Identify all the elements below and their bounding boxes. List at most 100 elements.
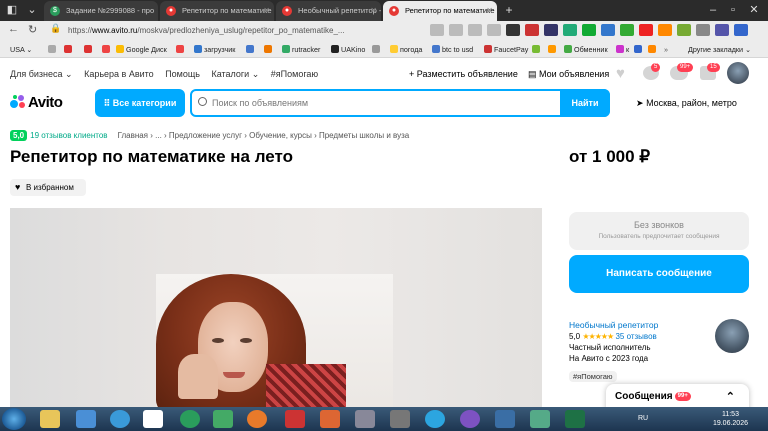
explorer-icon[interactable]	[40, 410, 60, 428]
extension-icon[interactable]	[658, 24, 672, 36]
taskbar-app-icon[interactable]	[355, 410, 375, 428]
extension-icon[interactable]	[544, 24, 558, 36]
favorite-button[interactable]: ♥ В избранном	[10, 179, 86, 196]
seller-name[interactable]: Необычный репетитор	[569, 320, 658, 331]
seller-avatar[interactable]	[715, 319, 749, 353]
taskbar-app-icon[interactable]	[213, 410, 233, 428]
bookmark-google-drive[interactable]: Google Диск	[116, 44, 167, 55]
ie-icon[interactable]	[110, 410, 130, 428]
nav-help[interactable]: Помощь	[165, 69, 200, 79]
tab-task[interactable]: $ Задание №2999088 - про	[44, 1, 158, 21]
extension-icon[interactable]	[639, 24, 653, 36]
viber-icon[interactable]	[460, 410, 480, 428]
seller-reviews-link[interactable]: 35 отзывов	[615, 332, 656, 341]
bookmark-icon-item[interactable]	[372, 44, 382, 55]
close-tab-icon[interactable]: ✕	[263, 1, 270, 21]
bookmark-icon-item[interactable]	[634, 44, 644, 55]
extension-icon[interactable]	[715, 24, 729, 36]
tab-avito-active[interactable]: ● Репетитор по математике ✕	[383, 1, 497, 21]
close-window-icon[interactable]: ✕	[745, 2, 763, 19]
minimize-icon[interactable]: –	[704, 2, 722, 19]
search-input[interactable]: Поиск по объявлениям	[212, 91, 308, 115]
extension-icon[interactable]	[525, 24, 539, 36]
bookmark-other[interactable]: Другие закладки ⌄	[688, 44, 751, 55]
extension-icon[interactable]	[677, 24, 691, 36]
user-avatar[interactable]	[727, 62, 749, 84]
bookmark-loader[interactable]: загрузчик	[194, 44, 235, 55]
chevron-up-icon[interactable]: ⌃	[726, 384, 735, 407]
bookmark-icon-item[interactable]	[648, 44, 658, 55]
extension-icon[interactable]	[582, 24, 596, 36]
my-ads-link[interactable]: ▤ Мои объявления	[528, 69, 609, 80]
close-tab-icon[interactable]: ✕	[486, 1, 493, 21]
favorites-heart-icon[interactable]: ♥	[616, 65, 625, 82]
tab-avito-2[interactable]: ● Необычный репетитор - Е ✕	[276, 1, 381, 21]
all-categories-button[interactable]: ⠿ Все категории	[95, 89, 185, 117]
bookmark-icon-item[interactable]	[246, 44, 256, 55]
avito-logo[interactable]: Avito	[10, 94, 63, 111]
telegram-icon[interactable]	[425, 410, 445, 428]
taskbar-app-icon[interactable]	[495, 410, 515, 428]
bookmark-icon-item[interactable]	[264, 44, 274, 55]
bookmark-icon-item[interactable]	[64, 44, 74, 55]
i-help-tag[interactable]: #яПомогаю	[569, 371, 617, 382]
extension-icon[interactable]	[449, 24, 463, 36]
reviews-link[interactable]: 19 отзывов клиентов	[30, 131, 107, 140]
taskbar-app-icon[interactable]	[530, 410, 550, 428]
extension-icon[interactable]	[696, 24, 710, 36]
browser-menu-icon[interactable]: ◧	[3, 2, 21, 19]
listing-photo[interactable]	[10, 208, 542, 407]
write-message-button[interactable]: Написать сообщение	[569, 255, 749, 293]
extension-icon[interactable]	[601, 24, 615, 36]
tab-avito-1[interactable]: ● Репетитор по математике ✕	[160, 1, 274, 21]
extension-icon[interactable]	[620, 24, 634, 36]
bookmark-faucetpay[interactable]: FaucetPay	[484, 44, 528, 55]
bookmark-icon-item[interactable]	[102, 44, 112, 55]
bookmark-usa[interactable]: USA ⌄	[10, 44, 32, 55]
start-button[interactable]	[2, 408, 26, 430]
extension-icon[interactable]	[487, 24, 501, 36]
back-icon[interactable]: ←	[8, 23, 19, 35]
taskbar-app-icon[interactable]	[76, 410, 96, 428]
bookmark-btc[interactable]: btc to usd	[432, 44, 473, 55]
breadcrumb[interactable]: Главная › ... › Предложение услуг › Обуч…	[118, 131, 410, 140]
bookmark-weather[interactable]: погода	[390, 44, 422, 55]
bookmark-k[interactable]: к	[616, 44, 629, 55]
nav-for-business[interactable]: Для бизнеса ⌄	[10, 69, 73, 79]
extension-icon[interactable]	[430, 24, 444, 36]
nav-i-help[interactable]: #яПомогаю	[271, 69, 318, 79]
tab-list-icon[interactable]: ⌄	[23, 2, 41, 19]
language-indicator[interactable]: RU	[638, 415, 648, 422]
clock[interactable]: 11:53 19.06.2026	[713, 410, 748, 428]
excel-icon[interactable]	[565, 410, 585, 428]
new-tab-button[interactable]: +	[500, 2, 518, 19]
taskbar-app-icon[interactable]	[285, 410, 305, 428]
taskbar-app-icon[interactable]	[180, 410, 200, 428]
taskbar-app-icon[interactable]	[390, 410, 410, 428]
reload-icon[interactable]: ↻	[28, 23, 37, 36]
location-selector[interactable]: ➤ Москва, район, метро	[636, 98, 737, 109]
bookmark-icon-item[interactable]	[84, 44, 94, 55]
maximize-icon[interactable]: ▫	[724, 2, 742, 19]
url-field[interactable]: https://www.avito.ru/moskva/predlozheniy…	[68, 24, 398, 38]
bookmark-rutracker[interactable]: rutracker	[282, 44, 320, 55]
extension-icon[interactable]	[563, 24, 577, 36]
taskbar-app-icon[interactable]	[320, 410, 340, 428]
nav-career[interactable]: Карьера в Авито	[84, 69, 154, 79]
bookmark-icon-item[interactable]	[48, 44, 58, 55]
bookmark-exchanger[interactable]: Обменник	[564, 44, 608, 55]
post-ad-link[interactable]: + Разместить объявление	[409, 69, 518, 79]
bookmarks-overflow-icon[interactable]: »	[664, 44, 668, 55]
search-box[interactable]: Поиск по объявлениям Найти	[190, 89, 610, 117]
bookmark-icon-item[interactable]	[548, 44, 558, 55]
nav-catalogs[interactable]: Каталоги ⌄	[211, 69, 259, 79]
extension-icon[interactable]	[506, 24, 520, 36]
messages-widget[interactable]: Сообщения 99+ ⌃	[606, 384, 749, 407]
bookmark-icon-item[interactable]	[176, 44, 186, 55]
extension-icon[interactable]	[468, 24, 482, 36]
extension-icon[interactable]	[734, 24, 748, 36]
close-tab-icon[interactable]: ✕	[370, 1, 377, 21]
bookmark-uakino[interactable]: UAKino	[331, 44, 365, 55]
bookmark-icon-item[interactable]	[532, 44, 542, 55]
media-player-icon[interactable]	[247, 410, 267, 428]
